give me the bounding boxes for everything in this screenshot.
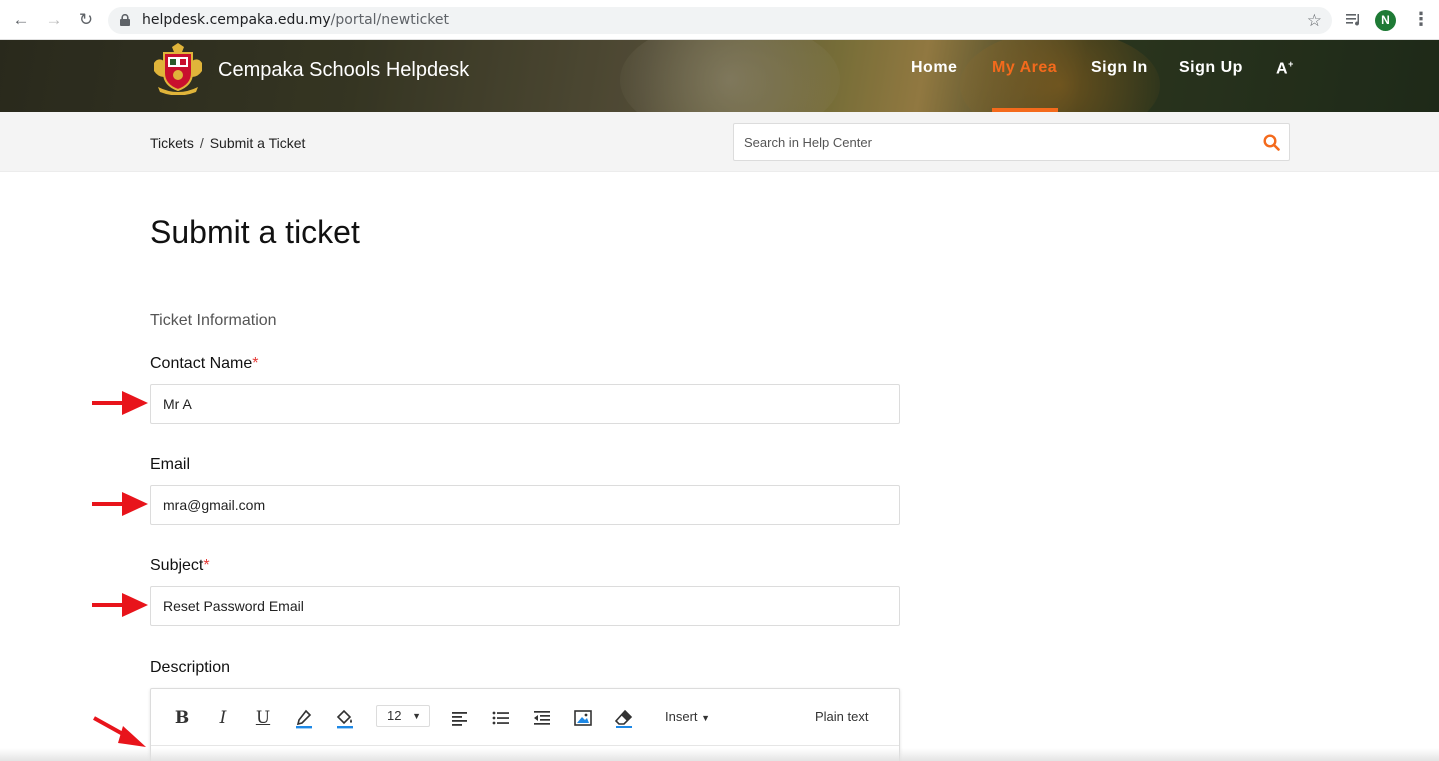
italic-button[interactable]: I: [212, 707, 234, 729]
bullet-list-icon[interactable]: [490, 707, 512, 729]
underline-button[interactable]: U: [252, 707, 274, 729]
contact-name-label: Contact Name*: [150, 355, 259, 373]
accessibility-font-icon[interactable]: A+: [1276, 59, 1294, 78]
insert-label: Insert: [665, 709, 698, 724]
contact-name-input[interactable]: [150, 384, 900, 424]
text-color-icon[interactable]: [293, 707, 315, 729]
back-arrow-icon[interactable]: ←: [11, 10, 31, 30]
browser-toolbar: ← → ↻ helpdesk.cempaka.edu.my/portal/new…: [0, 0, 1439, 40]
breadcrumb-tickets-link[interactable]: Tickets: [150, 135, 194, 151]
red-arrow-icon: [93, 716, 146, 747]
chevron-down-icon: ▼: [412, 711, 421, 721]
contact-name-label-text: Contact Name: [150, 355, 253, 372]
align-left-icon[interactable]: [449, 707, 471, 729]
url-host: helpdesk.cempaka.edu.my: [142, 12, 331, 28]
email-label: Email: [150, 456, 191, 473]
site-header: Cempaka Schools Helpdesk Home My Area Si…: [0, 40, 1439, 112]
bold-button[interactable]: B: [171, 707, 193, 729]
help-center-search: [733, 123, 1290, 161]
editor-toolbar: B I U 12 ▼ Insert ▼ Plain text: [151, 689, 899, 746]
description-label: Description: [150, 659, 231, 676]
clear-formatting-eraser-icon[interactable]: [613, 707, 635, 729]
red-arrow-icon: [92, 391, 148, 415]
profile-avatar[interactable]: N: [1375, 10, 1396, 31]
breadcrumb: Tickets / Submit a Ticket: [150, 135, 305, 151]
url-path: /portal/newticket: [330, 12, 449, 28]
subject-label: Subject*: [150, 557, 210, 575]
accessibility-label: A: [1276, 60, 1289, 78]
red-arrow-icon: [92, 593, 148, 617]
chevron-down-icon: ▼: [701, 713, 711, 723]
insert-dropdown[interactable]: Insert ▼: [665, 709, 710, 724]
reload-icon[interactable]: ↻: [76, 10, 96, 30]
nav-home[interactable]: Home: [911, 59, 957, 77]
site-title[interactable]: Cempaka Schools Helpdesk: [218, 59, 469, 82]
address-bar[interactable]: helpdesk.cempaka.edu.my/portal/newticket…: [108, 7, 1332, 34]
browser-menu-icon[interactable]: ⋮: [1412, 9, 1430, 30]
red-arrow-icon: [92, 492, 148, 516]
insert-image-icon[interactable]: [572, 707, 594, 729]
plain-text-toggle[interactable]: Plain text: [815, 709, 868, 724]
media-control-icon[interactable]: [1345, 11, 1363, 29]
subject-label-text: Subject: [150, 557, 204, 574]
page-title: Submit a ticket: [150, 214, 360, 250]
bookmark-star-icon[interactable]: ☆: [1307, 11, 1322, 31]
background-color-icon[interactable]: [334, 707, 356, 729]
nav-sign-up[interactable]: Sign Up: [1179, 59, 1243, 77]
required-mark: *: [252, 355, 259, 372]
breadcrumb-current: Submit a Ticket: [209, 135, 306, 151]
font-size-value: 12: [387, 708, 402, 723]
section-title: Ticket Information: [150, 312, 277, 329]
required-mark: *: [203, 557, 210, 574]
forward-arrow-icon[interactable]: →: [44, 10, 64, 30]
nav-sign-in[interactable]: Sign In: [1091, 59, 1148, 77]
nav-my-area[interactable]: My Area: [992, 59, 1057, 77]
email-input[interactable]: [150, 485, 900, 525]
breadcrumb-separator: /: [199, 135, 204, 151]
font-size-select[interactable]: 12 ▼: [376, 705, 430, 727]
search-icon[interactable]: [1263, 134, 1280, 151]
search-input[interactable]: [735, 125, 1235, 159]
bottom-shadow: [0, 748, 1439, 761]
school-crest-logo[interactable]: [150, 43, 206, 95]
url-text: helpdesk.cempaka.edu.my/portal/newticket: [142, 12, 449, 28]
outdent-icon[interactable]: [531, 707, 553, 729]
lock-icon: [120, 14, 130, 26]
breadcrumb-bar: Tickets / Submit a Ticket: [0, 112, 1439, 172]
subject-input[interactable]: [150, 586, 900, 626]
